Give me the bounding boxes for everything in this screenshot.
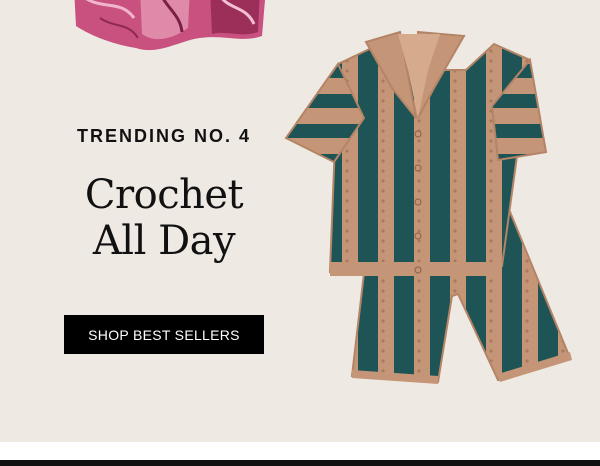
promo-panel: TRENDING NO. 4 Crochet All Day SHOP BEST… [0, 0, 600, 442]
shop-best-sellers-button[interactable]: SHOP BEST SELLERS [64, 315, 264, 354]
floral-top-image [74, 0, 265, 51]
headline: Crochet All Day [0, 172, 328, 264]
crochet-outfit-image[interactable] [280, 26, 580, 390]
trending-label: TRENDING NO. 4 [76, 126, 251, 146]
headline-line-2: All Day [92, 218, 236, 264]
bottom-divider [0, 460, 600, 466]
headline-line-1: Crochet [84, 172, 244, 218]
